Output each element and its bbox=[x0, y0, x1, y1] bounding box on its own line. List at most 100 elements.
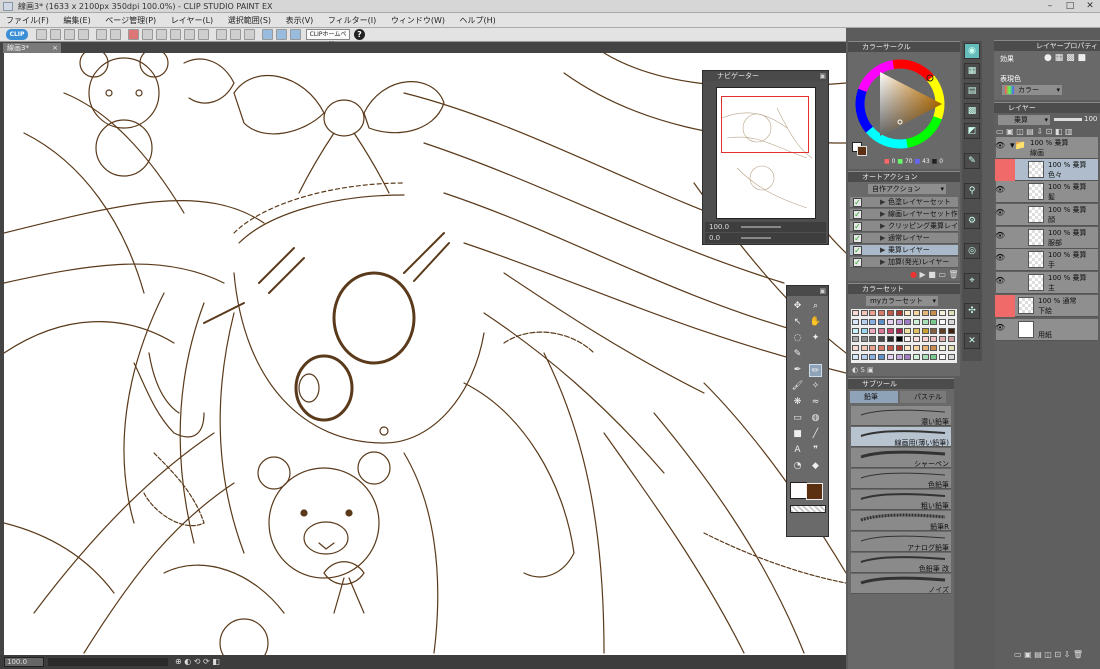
action-item[interactable]: ✓ ▶ 通常レイヤー bbox=[850, 233, 958, 244]
snap-ruler-icon[interactable] bbox=[262, 29, 273, 40]
color-swatch[interactable] bbox=[852, 318, 859, 325]
rotate-slider[interactable] bbox=[741, 237, 771, 239]
snap-icon[interactable] bbox=[244, 29, 255, 40]
color-swatch[interactable] bbox=[912, 345, 920, 352]
maximize-button[interactable]: □ bbox=[1060, 1, 1080, 12]
color-swatch[interactable] bbox=[860, 336, 868, 343]
effect-icons[interactable]: ● ▦ ▩ ■ bbox=[1044, 53, 1096, 64]
new-file-icon[interactable] bbox=[36, 29, 47, 40]
open-file-icon[interactable] bbox=[50, 29, 61, 40]
print-icon[interactable] bbox=[78, 29, 89, 40]
color-swatch[interactable] bbox=[947, 354, 955, 360]
sub-color-swatch[interactable] bbox=[790, 482, 807, 499]
color-swatch[interactable] bbox=[852, 345, 859, 352]
action-set-select[interactable]: 自作アクション ▾ bbox=[868, 184, 946, 194]
color-swatch[interactable] bbox=[860, 310, 868, 316]
color-set-select[interactable]: myカラーセット ▾ bbox=[866, 296, 938, 306]
color-wheel[interactable] bbox=[852, 56, 956, 152]
color-swatch[interactable] bbox=[895, 318, 903, 325]
status-controls[interactable]: ⊕ ◐ ⟲ ⟳ ◧ bbox=[175, 655, 220, 669]
save-icon[interactable] bbox=[64, 29, 75, 40]
color-slider-icon[interactable]: ▦ bbox=[964, 63, 980, 79]
color-swatch[interactable] bbox=[912, 310, 920, 316]
color-swatch[interactable] bbox=[904, 327, 912, 334]
clip-button[interactable]: CLIP bbox=[6, 29, 28, 40]
color-swatch[interactable] bbox=[939, 310, 946, 316]
visibility-eye-icon[interactable]: 👁 bbox=[995, 209, 1005, 217]
auto-action-header[interactable]: オートアクション bbox=[848, 172, 960, 182]
brush-item[interactable]: 色鉛筆 bbox=[851, 469, 951, 489]
color-swatch[interactable] bbox=[895, 345, 903, 352]
status-zoom-field[interactable]: 100.0 bbox=[4, 657, 44, 667]
brush-item[interactable]: 鉛筆R bbox=[851, 511, 951, 531]
tab-pencil[interactable]: 鉛筆 bbox=[850, 391, 898, 403]
folder-icon[interactable]: ▾📁 bbox=[1010, 141, 1026, 151]
opacity-slider[interactable] bbox=[1054, 118, 1082, 121]
intermediate-color-icon[interactable]: ▩ bbox=[964, 103, 980, 119]
menu-filter[interactable]: フィルター(I) bbox=[322, 13, 382, 28]
menu-edit[interactable]: 編集(E) bbox=[57, 13, 96, 28]
layer-toolbar[interactable]: ▭ ▣ ◫ ▤ ⇩ ⊡ ◧ ▥ bbox=[996, 127, 1098, 137]
lasso-icon[interactable]: ◌ bbox=[791, 332, 804, 345]
eyedropper-icon[interactable]: ✎ bbox=[791, 348, 804, 361]
brush-item[interactable]: 色鉛筆 改 bbox=[851, 553, 951, 573]
color-set-tools[interactable]: ◐ S ▣ bbox=[852, 366, 874, 374]
brush-item[interactable]: ノイズ bbox=[851, 574, 951, 594]
fill-bucket-icon[interactable]: ◍ bbox=[809, 412, 822, 425]
color-swatch[interactable] bbox=[930, 310, 938, 316]
color-swatch[interactable] bbox=[947, 336, 955, 343]
color-swatch[interactable] bbox=[921, 327, 929, 334]
color-swatch[interactable] bbox=[886, 354, 894, 360]
color-swatch[interactable] bbox=[895, 310, 903, 316]
color-swatch[interactable] bbox=[878, 310, 886, 316]
blend-mode-select[interactable]: 乗算 ▾ bbox=[998, 115, 1050, 125]
color-swatch[interactable] bbox=[869, 345, 877, 352]
color-swatch[interactable] bbox=[921, 354, 929, 360]
menu-view[interactable]: 表示(V) bbox=[280, 13, 320, 28]
fill-icon[interactable] bbox=[170, 29, 181, 40]
layer-folder-row[interactable]: 👁 ▾📁 100 % 乗算 線画 bbox=[995, 137, 1098, 159]
brush-item[interactable]: 線画用(薄い鉛筆) bbox=[851, 427, 951, 447]
layer-bottom-controls[interactable]: ▭ ▣ ▤ ◫ ⊡ ⇩ 🗑 bbox=[1014, 650, 1100, 660]
gradient-icon[interactable]: ■ bbox=[791, 428, 804, 441]
visibility-eye-icon[interactable]: 👁 bbox=[995, 254, 1005, 262]
color-swatch[interactable] bbox=[860, 345, 868, 352]
color-swatch[interactable] bbox=[852, 310, 859, 316]
color-swatch[interactable] bbox=[939, 318, 946, 325]
color-set-header[interactable]: カラーセット bbox=[848, 284, 960, 294]
color-swatch[interactable] bbox=[860, 327, 868, 334]
color-circle-header[interactable]: カラーサークル bbox=[848, 42, 960, 52]
hand-icon[interactable]: ✋ bbox=[809, 316, 822, 329]
color-swatch[interactable] bbox=[869, 354, 877, 360]
color-swatch[interactable] bbox=[912, 318, 920, 325]
color-swatch[interactable] bbox=[904, 354, 912, 360]
snap-grid-icon[interactable] bbox=[290, 29, 301, 40]
undo-icon[interactable] bbox=[96, 29, 107, 40]
navigator-preview[interactable] bbox=[716, 87, 816, 219]
status-zoom-slider[interactable] bbox=[48, 658, 168, 666]
color-swatch[interactable] bbox=[878, 345, 886, 352]
color-swatch[interactable] bbox=[921, 345, 929, 352]
color-swatch[interactable] bbox=[886, 327, 894, 334]
brush-item[interactable]: 粗い鉛筆 bbox=[851, 490, 951, 510]
blend-icon[interactable]: ≈ bbox=[809, 396, 822, 409]
visibility-eye-icon[interactable]: 👁 bbox=[995, 186, 1005, 194]
approx-color-icon[interactable]: ◩ bbox=[964, 123, 980, 139]
info-icon[interactable]: ⌖ bbox=[964, 273, 980, 289]
balloon-icon[interactable]: ❞ bbox=[809, 444, 822, 457]
document-tab[interactable]: 線画3* × bbox=[3, 43, 61, 53]
color-swatch[interactable] bbox=[878, 336, 886, 343]
color-swatch[interactable] bbox=[886, 310, 894, 316]
color-swatch[interactable] bbox=[939, 327, 946, 334]
color-swatch[interactable] bbox=[930, 354, 938, 360]
tab-pastel[interactable]: パステル bbox=[900, 391, 946, 403]
timeline-icon[interactable]: ✕ bbox=[964, 333, 980, 349]
action-item-selected[interactable]: ✓ ▶ 乗算レイヤー bbox=[850, 245, 958, 256]
color-swatch[interactable] bbox=[886, 318, 894, 325]
color-swatch[interactable] bbox=[895, 336, 903, 343]
tool-property-icon[interactable]: ⚙ bbox=[964, 213, 980, 229]
ruler-tool-icon[interactable]: ◔ bbox=[791, 460, 804, 473]
color-swatch[interactable] bbox=[947, 327, 955, 334]
color-swatch[interactable] bbox=[904, 318, 912, 325]
help-icon[interactable]: ? bbox=[354, 29, 365, 40]
